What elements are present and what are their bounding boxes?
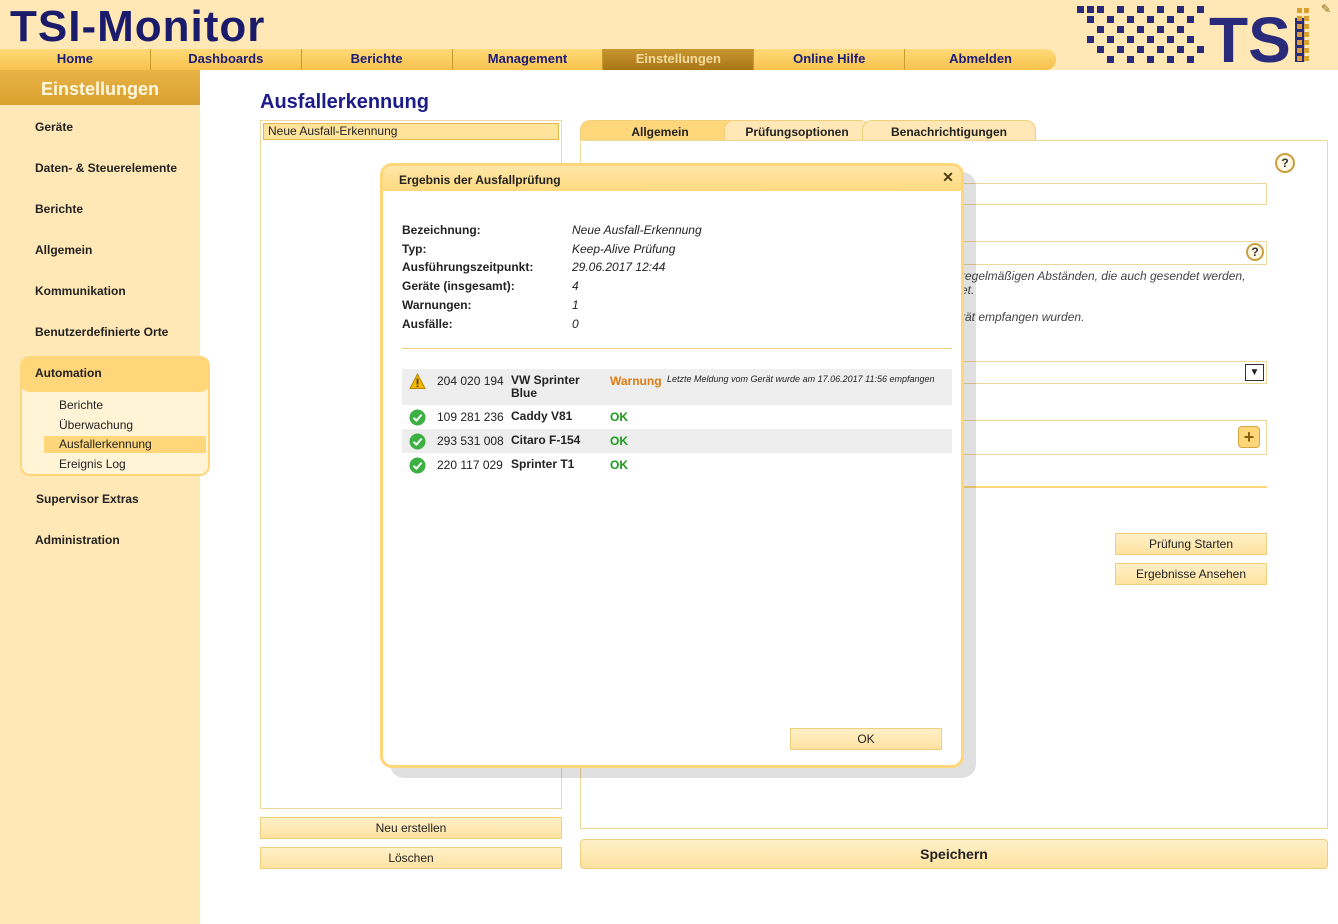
- description-line: rät empfangen wurden.: [961, 310, 1085, 324]
- header: TSI-Monitor Home Dashboards Berichte Man…: [0, 0, 1338, 70]
- info-label: Ausfälle:: [402, 317, 453, 331]
- info-label: Bezeichnung:: [402, 223, 481, 237]
- result-dialog: Ergebnis der Ausfallprüfung ✕ Bezeichnun…: [380, 163, 964, 768]
- sidebar-title: Einstellungen: [0, 70, 200, 105]
- add-icon[interactable]: +: [1238, 426, 1260, 448]
- info-label: Warnungen:: [402, 298, 472, 312]
- info-value: Keep-Alive Prüfung: [572, 242, 676, 256]
- nav-einstellungen[interactable]: Einstellungen: [603, 49, 755, 70]
- nav-abmelden[interactable]: Abmelden: [905, 49, 1056, 70]
- sidebar-item-automation[interactable]: Automation: [35, 366, 102, 380]
- ok-button[interactable]: OK: [790, 728, 942, 750]
- status-badge: Warnung: [610, 374, 662, 388]
- chevron-down-icon[interactable]: ▼: [1245, 364, 1264, 381]
- help-icon[interactable]: ?: [1275, 153, 1295, 173]
- info-value: 4: [572, 279, 579, 293]
- device-number: 293 531 008: [437, 434, 504, 448]
- sidebar-item-allgemein[interactable]: Allgemein: [35, 243, 92, 257]
- device-list-field: +: [961, 420, 1267, 455]
- start-check-button[interactable]: Prüfung Starten: [1115, 533, 1267, 555]
- pin-icon[interactable]: ✎: [1318, 2, 1334, 18]
- sidebar-item-benutzerdefinierte-orte[interactable]: Benutzerdefinierte Orte: [35, 325, 168, 339]
- check-icon: [409, 457, 426, 474]
- sub-item-ereignis-log[interactable]: Ereignis Log: [59, 457, 126, 471]
- info-label: Ausführungszeitpunkt:: [402, 260, 534, 274]
- info-label: Typ:: [402, 242, 427, 256]
- sidebar: Einstellungen Geräte Daten- & Steuerelem…: [0, 70, 210, 924]
- device-name: Caddy V81: [511, 409, 573, 423]
- status-badge: OK: [610, 458, 628, 472]
- status-message: Letzte Meldung vom Gerät wurde am 17.06.…: [667, 374, 935, 384]
- device-name: VW Sprinter Blue: [511, 373, 580, 400]
- nav-management[interactable]: Management: [453, 49, 604, 70]
- check-icon: [409, 409, 426, 426]
- sub-item-berichte[interactable]: Berichte: [59, 398, 103, 412]
- name-input[interactable]: [961, 183, 1267, 205]
- sidebar-item-supervisor-extras[interactable]: Supervisor Extras: [36, 492, 139, 506]
- nav-berichte[interactable]: Berichte: [302, 49, 453, 70]
- info-value: 29.06.2017 12:44: [572, 260, 666, 274]
- device-number: 204 020 194: [437, 374, 504, 388]
- device-name: Sprinter T1: [511, 457, 575, 471]
- app-title: TSI-Monitor: [10, 2, 266, 51]
- tab-allgemein[interactable]: Allgemein: [580, 120, 740, 141]
- sub-item-ueberwachung[interactable]: Überwachung: [59, 418, 133, 432]
- result-row: 293 531 008 Citaro F-154 OK: [402, 429, 952, 453]
- tsi-logo: TSI: [1077, 4, 1309, 66]
- nav-online-hilfe[interactable]: Online Hilfe: [754, 49, 906, 70]
- list-item[interactable]: Neue Ausfall-Erkennung: [263, 123, 559, 140]
- result-row: 204 020 194 VW Sprinter Blue Warnung Let…: [402, 369, 952, 405]
- new-button[interactable]: Neu erstellen: [260, 817, 562, 839]
- view-results-button[interactable]: Ergebnisse Ansehen: [1115, 563, 1267, 585]
- sidebar-item-berichte[interactable]: Berichte: [35, 202, 83, 216]
- result-row: 220 117 029 Sprinter T1 OK: [402, 453, 952, 477]
- type-input[interactable]: ?: [961, 241, 1267, 265]
- info-label: Geräte (insgesamt):: [402, 279, 515, 293]
- device-number: 109 281 236: [437, 410, 504, 424]
- divider: [961, 486, 1267, 488]
- check-icon: [409, 433, 426, 450]
- sidebar-item-daten-steuerelemente[interactable]: Daten- & Steuerelemente: [35, 161, 177, 175]
- tab-pruefungsoptionen[interactable]: Prüfungsoptionen: [724, 120, 870, 141]
- save-button[interactable]: Speichern: [580, 839, 1328, 869]
- device-name: Citaro F-154: [511, 433, 581, 447]
- help-icon[interactable]: ?: [1246, 243, 1264, 261]
- interval-select[interactable]: ▼: [961, 361, 1267, 384]
- sidebar-item-kommunikation[interactable]: Kommunikation: [35, 284, 126, 298]
- nav-home[interactable]: Home: [0, 49, 151, 70]
- logo-text: TSI: [1209, 4, 1309, 66]
- divider: [402, 348, 952, 349]
- device-number: 220 117 029: [437, 458, 503, 472]
- nav-dashboards[interactable]: Dashboards: [151, 49, 302, 70]
- status-badge: OK: [610, 434, 628, 448]
- info-value: 0: [572, 317, 579, 331]
- description-line: regelmäßigen Abständen, die auch gesende…: [961, 269, 1246, 283]
- info-value: Neue Ausfall-Erkennung: [572, 223, 702, 237]
- main-nav: Home Dashboards Berichte Management Eins…: [0, 49, 1056, 70]
- sidebar-item-administration[interactable]: Administration: [35, 533, 120, 547]
- dialog-title: Ergebnis der Ausfallprüfung: [383, 166, 961, 191]
- close-icon[interactable]: ✕: [941, 170, 955, 184]
- status-badge: OK: [610, 410, 628, 424]
- result-row: 109 281 236 Caddy V81 OK: [402, 405, 952, 429]
- sidebar-item-geraete[interactable]: Geräte: [35, 120, 73, 134]
- page-title: Ausfallerkennung: [260, 91, 429, 113]
- delete-button[interactable]: Löschen: [260, 847, 562, 869]
- info-value: 1: [572, 298, 579, 312]
- tab-benachrichtigungen[interactable]: Benachrichtigungen: [862, 120, 1036, 141]
- warning-icon: [409, 373, 426, 389]
- sub-item-ausfallerkennung[interactable]: Ausfallerkennung: [59, 437, 152, 451]
